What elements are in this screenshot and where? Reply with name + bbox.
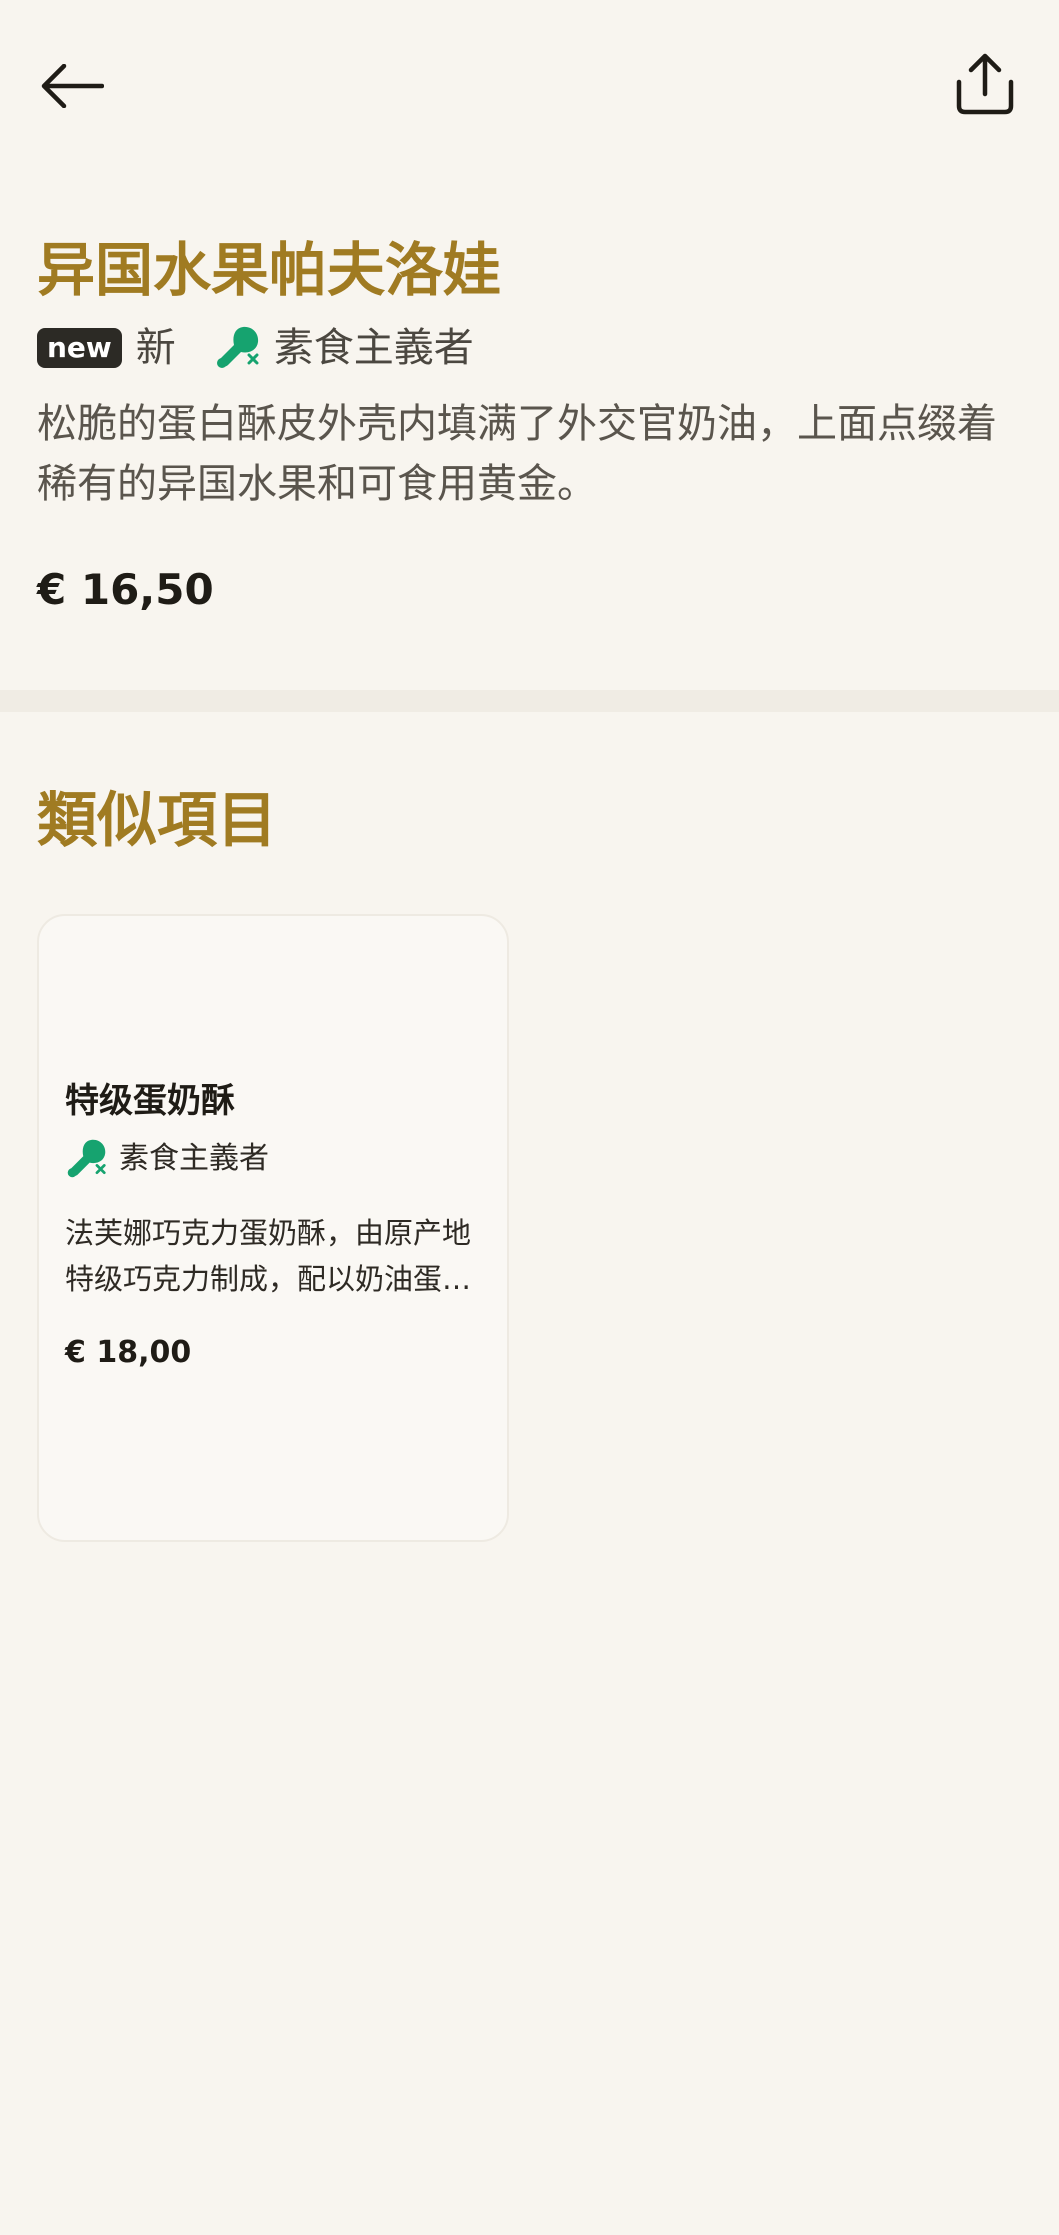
- similar-item-card[interactable]: 特级蛋奶酥 素食主義者 法芙娜巧克力蛋奶酥，由原产地特级巧克力制成，配以奶油蛋……: [37, 914, 509, 1542]
- similar-item-vegetarian-label: 素食主義者: [119, 1141, 269, 1176]
- vegetarian-no-meat-icon: [214, 325, 260, 371]
- new-badge: new: [37, 328, 122, 368]
- product-description: 松脆的蛋白酥皮外壳内填满了外交官奶油，上面点缀着稀有的异国水果和可食用黄金。: [37, 401, 997, 507]
- share-button[interactable]: [947, 46, 1023, 122]
- product-detail-section: 异国水果帕夫洛娃 new 新 素食主義者 松脆的蛋白酥皮外壳内填满了外交官奶油，…: [37, 230, 1022, 616]
- similar-items-title: 類似項目: [37, 786, 277, 856]
- product-price: € 16,50: [37, 565, 214, 614]
- vegetarian-no-meat-icon: [65, 1138, 107, 1180]
- new-label: 新: [135, 325, 176, 371]
- back-button[interactable]: [36, 50, 108, 122]
- top-navigation-bar: [0, 0, 1059, 170]
- similar-item-title: 特级蛋奶酥: [65, 1081, 235, 1121]
- similar-item-description: 法芙娜巧克力蛋奶酥，由原产地特级巧克力制成，配以奶油蛋…: [65, 1216, 472, 1296]
- arrow-left-icon: [41, 64, 104, 108]
- similar-item-content: 特级蛋奶酥 素食主義者 法芙娜巧克力蛋奶酥，由原产地特级巧克力制成，配以奶油蛋……: [65, 1078, 485, 1374]
- product-tags: new 新 素食主義者: [37, 324, 1022, 372]
- vegetarian-label: 素食主義者: [273, 325, 474, 371]
- share-upload-icon: [956, 53, 1014, 115]
- product-title: 异国水果帕夫洛娃: [37, 236, 502, 304]
- similar-items-section: 類似項目 特级蛋奶酥 素食主義者 法芙娜巧克力蛋奶酥，由原产地特级巧克力制成，配…: [37, 782, 1022, 1542]
- product-detail-page: 异国水果帕夫洛娃 new 新 素食主義者 松脆的蛋白酥皮外壳内填满了外交官奶油，…: [0, 0, 1059, 2235]
- similar-item-tags: 素食主義者: [65, 1138, 485, 1180]
- section-divider: [0, 690, 1059, 712]
- similar-item-price: € 18,00: [65, 1335, 192, 1370]
